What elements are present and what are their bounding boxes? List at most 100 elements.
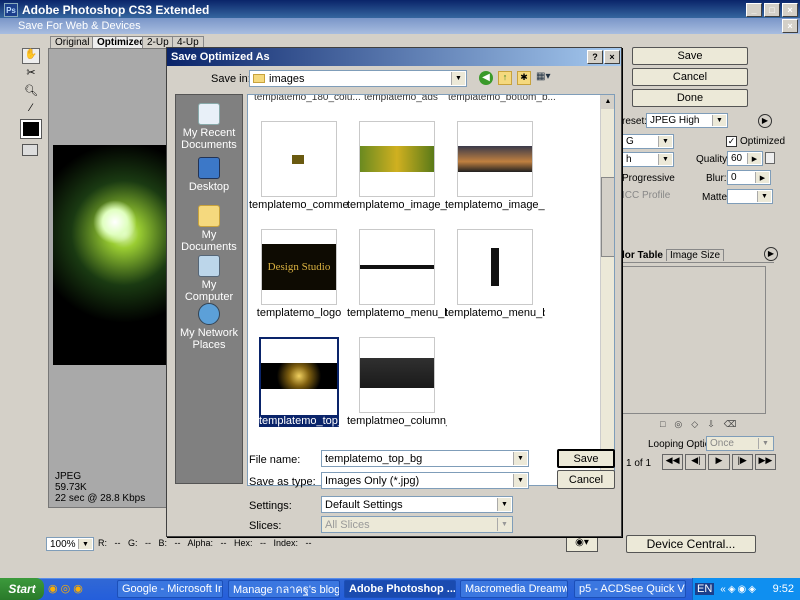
slices-label: Slices: [249, 520, 282, 532]
panel-menu-icon[interactable]: ▶ [764, 247, 778, 261]
blur-input[interactable]: 0 ▶ [727, 170, 771, 185]
minimize-button[interactable]: _ [746, 3, 762, 17]
looping-select[interactable]: Once ▼ [706, 436, 774, 451]
file-name-label-selected[interactable]: templatemo_top_bg [259, 415, 339, 427]
dialog-title: Save Optimized As [171, 51, 270, 63]
file-thumbnail[interactable] [457, 229, 533, 305]
file-name-label[interactable]: templatemo_image_01 [347, 199, 447, 211]
blur-label: Blur: [706, 173, 727, 184]
place-my-documents[interactable]: My Documents [176, 205, 242, 253]
panel-tabs: lor Table Image Size ▶ [622, 247, 778, 263]
sfw-cancel-button[interactable]: Cancel [632, 68, 748, 86]
quicklaunch-icons[interactable]: ◉◎◉ [48, 582, 108, 596]
language-indicator[interactable]: EN [695, 583, 715, 595]
new-folder-icon[interactable]: ✱ [517, 71, 531, 85]
optimized-checkbox[interactable]: ✓ [726, 136, 737, 147]
dialog-help-button[interactable]: ? [587, 50, 603, 64]
color-table-icons: □◎◇⇩⌫ [660, 419, 746, 429]
file-list-scrollbar[interactable]: ▲ ▼ [600, 95, 614, 485]
back-icon[interactable]: ◀ [479, 71, 493, 85]
sfw-title-bar: Save For Web & Devices × [0, 18, 800, 34]
settings-select[interactable]: Default Settings ▼ [321, 496, 513, 513]
scroll-thumb[interactable] [601, 177, 614, 257]
file-name-label[interactable]: templatemo_comment... [249, 199, 349, 211]
view-menu-icon[interactable]: ▦▾ [536, 71, 554, 85]
compression-select[interactable]: h ▼ [622, 152, 674, 167]
quality-mask-icon[interactable] [765, 152, 775, 164]
start-button[interactable]: Start [0, 578, 44, 600]
hand-tool-icon[interactable]: ✋ [22, 48, 40, 64]
device-central-button[interactable]: Device Central... [626, 535, 756, 553]
network-places-icon [198, 303, 220, 325]
sfw-close-button[interactable]: × [782, 19, 798, 33]
quality-label: Quality: [696, 154, 730, 165]
file-thumbnail[interactable] [359, 337, 435, 413]
sfw-save-button[interactable]: Save [632, 47, 748, 65]
place-my-computer[interactable]: My Computer [176, 255, 242, 303]
place-recent-documents[interactable]: My Recent Documents [176, 103, 242, 151]
preview-area: JPEG 59.73K 22 sec @ 28.8 Kbps [48, 48, 178, 508]
file-name-label[interactable]: templatemo_logo [249, 307, 349, 319]
slice-select-tool-icon[interactable]: ✂ [22, 66, 40, 82]
task-google-ie[interactable]: Google - Microsoft In... [117, 580, 223, 598]
up-folder-icon[interactable]: ↑ [498, 71, 512, 85]
progressive-label: Progressive [622, 173, 675, 184]
save-in-select[interactable]: images ▼ [249, 70, 467, 87]
scroll-up-arrow[interactable]: ▲ [601, 95, 614, 109]
maximize-button[interactable]: □ [764, 3, 780, 17]
eyedropper-tool-icon[interactable]: ⁄ [22, 102, 40, 118]
tab-original[interactable]: Original [50, 36, 95, 48]
file-name-label[interactable]: templatemo_menu_bg [347, 307, 447, 319]
place-desktop[interactable]: Desktop [176, 157, 242, 193]
file-thumbnail-selected[interactable] [259, 337, 339, 417]
optimized-label: Optimized [740, 136, 786, 147]
file-thumbnail[interactable]: Design Studio [261, 229, 337, 305]
tool-palette: ✋ ✂ 🔍︎ ⁄ [18, 46, 46, 166]
settings-label: Settings: [249, 500, 292, 512]
dialog-close-button[interactable]: × [604, 50, 620, 64]
toggle-slices-icon[interactable] [22, 144, 38, 156]
quality-input[interactable]: 60 ▶ [727, 151, 763, 166]
save-in-label: Save in: [211, 73, 251, 85]
desktop-icon [198, 157, 220, 179]
color-table-area [622, 266, 766, 414]
file-thumbnail[interactable] [359, 121, 435, 197]
file-name-label[interactable]: templatmeo_column_t... [347, 415, 447, 427]
preset-select[interactable]: JPEG High ▼ [646, 113, 728, 128]
task-dreamweaver[interactable]: Macromedia Dreamw... [460, 580, 568, 598]
slices-select[interactable]: All Slices ▼ [321, 516, 513, 533]
my-computer-icon [198, 255, 220, 277]
task-acdsee[interactable]: p5 - ACDSee Quick View [574, 580, 686, 598]
partial-row: templatemo_180_colu... templatemo_ads te… [254, 94, 556, 103]
file-thumbnail[interactable] [359, 229, 435, 305]
zoom-tool-icon[interactable]: 🔍︎ [22, 84, 40, 100]
close-button[interactable]: × [782, 3, 798, 17]
tab-color-table[interactable]: lor Table [622, 250, 663, 261]
tray-icons[interactable]: «◈◉◈ [720, 584, 758, 595]
zoom-select[interactable]: 100% ▼ [46, 537, 94, 551]
dialog-save-button[interactable]: Save [557, 449, 615, 468]
format-select[interactable]: G ▼ [622, 134, 674, 149]
folder-icon [253, 74, 265, 83]
browser-preview-button[interactable]: ◉▾ [566, 536, 598, 552]
place-my-network[interactable]: My Network Places [176, 303, 242, 351]
file-name-input[interactable]: templatemo_top_bg ▼ [321, 450, 529, 467]
file-name-label[interactable]: templatemo_image_02 [445, 199, 545, 211]
preview-image [53, 145, 171, 365]
eyedropper-color-swatch[interactable] [20, 119, 42, 139]
sfw-done-button[interactable]: Done [632, 89, 748, 107]
color-readout: R: -- G: -- B: -- Alpha: -- Hex: -- Inde… [98, 538, 312, 548]
task-photoshop[interactable]: Adobe Photoshop ... [344, 580, 456, 598]
animation-controls[interactable]: ◀◀ ◀| ▶ |▶ ▶▶ [662, 454, 777, 470]
info-time: 22 sec @ 28.8 Kbps [55, 493, 146, 504]
app-title-bar: Ps Adobe Photoshop CS3 Extended _ □ × [0, 0, 800, 20]
file-name-label[interactable]: templatemo_menu_b... [445, 307, 545, 319]
save-type-select[interactable]: Images Only (*.jpg) ▼ [321, 472, 529, 489]
file-thumbnail[interactable] [261, 121, 337, 197]
tab-image-size[interactable]: Image Size [666, 249, 725, 261]
file-thumbnail[interactable] [457, 121, 533, 197]
optimize-menu-icon[interactable]: ▶ [758, 114, 772, 128]
matte-select[interactable]: ▼ [727, 189, 773, 204]
dialog-cancel-button[interactable]: Cancel [557, 470, 615, 489]
task-manage-blog[interactable]: Manage กลาคฐ's blog... [228, 580, 340, 598]
